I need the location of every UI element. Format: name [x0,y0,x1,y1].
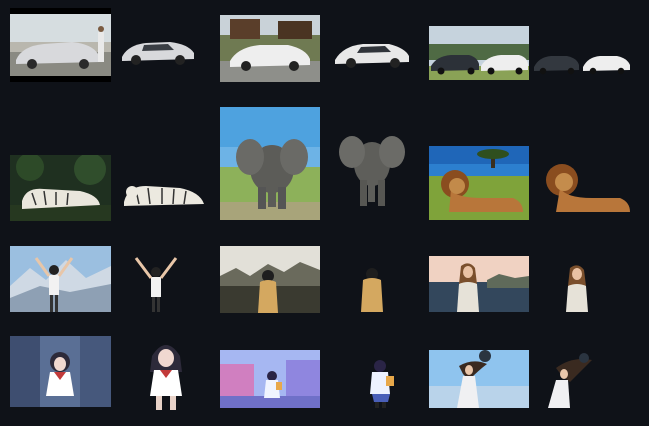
two-cars-cutout[interactable] [533,53,631,75]
elephant-original[interactable] [220,107,320,220]
lion-cutout[interactable] [540,158,632,214]
background-removal-gallery [0,0,649,426]
anime-mecha-original[interactable] [10,336,111,407]
supercar-original[interactable] [220,15,320,82]
anime-street-cutout[interactable] [366,358,396,408]
tiger-cutout[interactable] [122,176,206,210]
woman-back-cutout[interactable] [358,268,386,312]
hair-wind-cutout[interactable] [546,352,596,408]
woman-sea-original[interactable] [429,256,529,312]
girl-mountain-cutout[interactable] [130,254,182,312]
two-cars-original[interactable] [429,26,529,80]
supercar-cutout[interactable] [333,38,411,70]
hair-wind-original[interactable] [429,350,529,408]
car-concept-original[interactable] [10,8,111,82]
car-concept-cutout[interactable] [120,35,196,67]
anime-mecha-cutout[interactable] [144,336,188,410]
woman-back-original[interactable] [220,246,320,313]
lion-original[interactable] [429,146,529,220]
anime-street-original[interactable] [220,350,320,408]
elephant-cutout[interactable] [338,130,406,210]
woman-sea-cutout[interactable] [566,262,592,312]
girl-mountain-original[interactable] [10,246,111,312]
tiger-original[interactable] [10,155,111,221]
